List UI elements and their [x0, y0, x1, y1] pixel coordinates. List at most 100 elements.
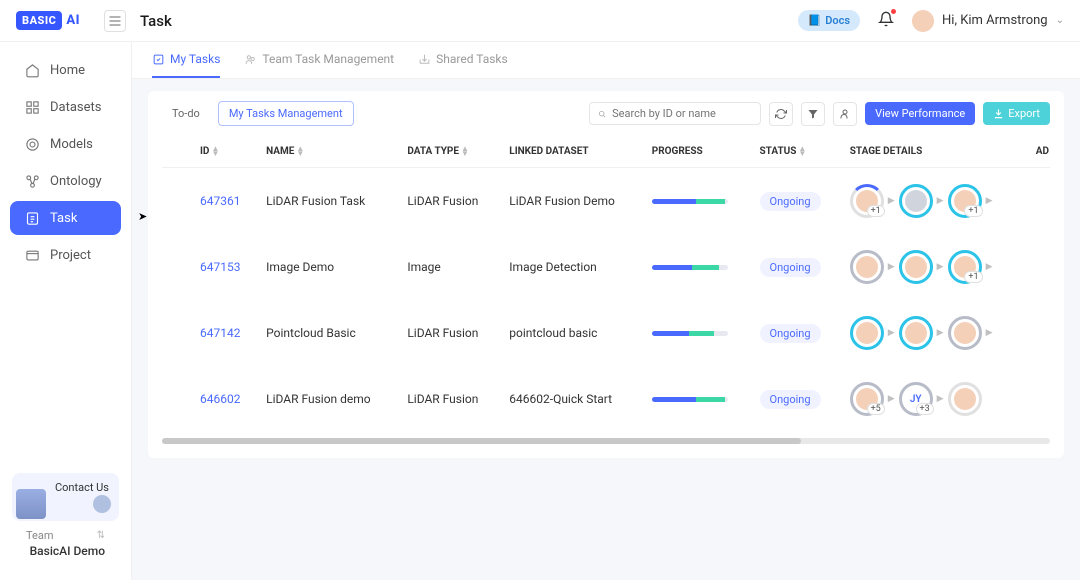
assignee-button[interactable]	[833, 102, 857, 126]
nav-label: Models	[50, 137, 93, 152]
nav-label: Home	[50, 63, 85, 78]
status-badge: Ongoing	[760, 324, 821, 343]
stage-details: +1▶▶+1▶	[850, 184, 1020, 218]
chevron-right-icon: ▶	[888, 394, 895, 404]
stage-circle[interactable]: +5	[850, 382, 884, 416]
datasets-icon	[24, 99, 40, 115]
tab-shared-tasks[interactable]: Shared Tasks	[418, 42, 508, 78]
tab-team-task-management[interactable]: Team Task Management	[244, 42, 394, 78]
refresh-button[interactable]	[769, 102, 793, 126]
stage-circle[interactable]	[948, 316, 982, 350]
stage-circle[interactable]: +1	[948, 250, 982, 284]
col-progress[interactable]: PROGRESS	[644, 136, 752, 168]
nav-label: Project	[50, 248, 91, 263]
col-data-type[interactable]: DATA TYPE▲▼	[399, 136, 501, 168]
task-linked-dataset: LiDAR Fusion Demo	[501, 168, 643, 235]
contact-us-card[interactable]: Contact Us	[12, 473, 119, 521]
table-header-row: ID▲▼ NAME▲▼ DATA TYPE▲▼ LINKED DATASET P…	[162, 136, 1050, 168]
sidebar-item-task[interactable]: Task	[10, 201, 121, 235]
task-id-link[interactable]: 647153	[200, 260, 240, 274]
greeting-text: Hi, Kim Armstrong	[942, 13, 1048, 28]
chevron-right-icon: ▶	[888, 262, 895, 272]
stage-circle[interactable]	[899, 316, 933, 350]
stage-details: ▶▶▶	[850, 316, 1020, 350]
stage-count-badge: +1	[964, 271, 982, 283]
user-menu[interactable]: Hi, Kim Armstrong ⌄	[912, 10, 1064, 32]
stage-details: ▶▶+1▶	[850, 250, 1020, 284]
task-icon	[24, 210, 40, 226]
task-data-type: LiDAR Fusion	[399, 300, 501, 366]
docs-label: Docs	[825, 14, 850, 27]
todo-pill[interactable]: To-do	[162, 102, 210, 125]
task-id-link[interactable]: 647142	[200, 326, 240, 340]
progress-bar	[652, 331, 728, 336]
task-linked-dataset: 646602-Quick Start	[501, 366, 643, 432]
chevron-right-icon: ▶	[986, 262, 993, 272]
contact-illustration	[16, 489, 46, 519]
stage-count-badge: +1	[964, 205, 982, 217]
col-id[interactable]: ID▲▼	[192, 136, 258, 168]
filter-button[interactable]	[801, 102, 825, 126]
notifications-button[interactable]	[878, 11, 894, 31]
stage-circle[interactable]	[899, 250, 933, 284]
stage-circle[interactable]	[899, 184, 933, 218]
chevron-right-icon: ▶	[986, 196, 993, 206]
task-linked-dataset: pointcloud basic	[501, 300, 643, 366]
search-input[interactable]	[612, 107, 752, 120]
nav-label: Task	[50, 211, 77, 226]
stage-count-badge: +3	[916, 403, 934, 415]
table-row[interactable]: 647361LiDAR Fusion TaskLiDAR FusionLiDAR…	[162, 168, 1050, 235]
panel-toolbar: To-do My Tasks Management View Performan…	[162, 101, 1050, 126]
my-tasks-mgmt-pill[interactable]: My Tasks Management	[218, 101, 354, 126]
team-sort-icon[interactable]: ⇅	[97, 530, 105, 541]
col-stage-details[interactable]: STAGE DETAILS	[842, 136, 1028, 168]
table-row[interactable]: 646602LiDAR Fusion demoLiDAR Fusion64660…	[162, 366, 1050, 432]
docs-button[interactable]: 📘 Docs	[798, 10, 861, 31]
stage-circle[interactable]: +1	[948, 184, 982, 218]
search-box[interactable]	[589, 102, 761, 125]
progress-bar	[652, 199, 728, 204]
col-name[interactable]: NAME▲▼	[258, 136, 399, 168]
sidebar-item-datasets[interactable]: Datasets	[10, 90, 121, 124]
table-scroll[interactable]: ID▲▼ NAME▲▼ DATA TYPE▲▼ LINKED DATASET P…	[162, 136, 1050, 432]
team-name[interactable]: BasicAI Demo	[26, 544, 105, 558]
stage-circle[interactable]: JY+3	[899, 382, 933, 416]
col-status[interactable]: STATUS▲▼	[752, 136, 842, 168]
progress-bar	[652, 265, 728, 270]
stage-avatar	[856, 256, 878, 278]
chevron-down-icon: ⌄	[1056, 15, 1064, 26]
chevron-right-icon: ▶	[986, 328, 993, 338]
stage-count-badge: +5	[867, 403, 885, 415]
sidebar-item-ontology[interactable]: Ontology	[10, 164, 121, 198]
status-badge: Ongoing	[760, 390, 821, 409]
stage-circle[interactable]	[948, 382, 982, 416]
export-button[interactable]: Export	[983, 102, 1050, 125]
task-data-type: Image	[399, 234, 501, 300]
task-name: Pointcloud Basic	[258, 300, 399, 366]
col-admin[interactable]: AD	[1028, 136, 1050, 168]
task-name: Image Demo	[258, 234, 399, 300]
sidebar-item-project[interactable]: Project	[10, 238, 121, 272]
table-row[interactable]: 647142 Pointcloud BasicLiDAR Fusionpointc…	[162, 300, 1050, 366]
scrollbar-thumb[interactable]	[162, 438, 801, 444]
stage-count-badge: +1	[867, 205, 885, 217]
task-id-link[interactable]: 647361	[200, 194, 240, 208]
sidebar-item-home[interactable]: Home	[10, 53, 121, 87]
horizontal-scrollbar[interactable]	[162, 438, 1050, 444]
table-row[interactable]: 647153Image DemoImageImage DetectionOngo…	[162, 234, 1050, 300]
tab-my-tasks[interactable]: My Tasks	[152, 42, 220, 78]
view-performance-button[interactable]: View Performance	[865, 102, 975, 125]
sidebar-footer: Contact Us Team ⇅ BasicAI Demo	[0, 461, 131, 580]
col-linked-dataset[interactable]: LINKED DATASET	[501, 136, 643, 168]
docs-icon: 📘	[808, 14, 822, 27]
logo[interactable]: BASIC AI	[16, 11, 80, 30]
stage-circle[interactable]	[850, 316, 884, 350]
sidebar-toggle-button[interactable]	[104, 10, 126, 32]
app-header: BASIC AI Task 📘 Docs Hi, Kim Armstrong ⌄	[0, 0, 1080, 42]
status-badge: Ongoing	[760, 258, 821, 277]
stage-circle[interactable]: +1	[850, 184, 884, 218]
sidebar-item-models[interactable]: Models	[10, 127, 121, 161]
task-id-link[interactable]: 646602	[200, 392, 240, 406]
stage-circle[interactable]	[850, 250, 884, 284]
refresh-icon	[775, 108, 787, 120]
